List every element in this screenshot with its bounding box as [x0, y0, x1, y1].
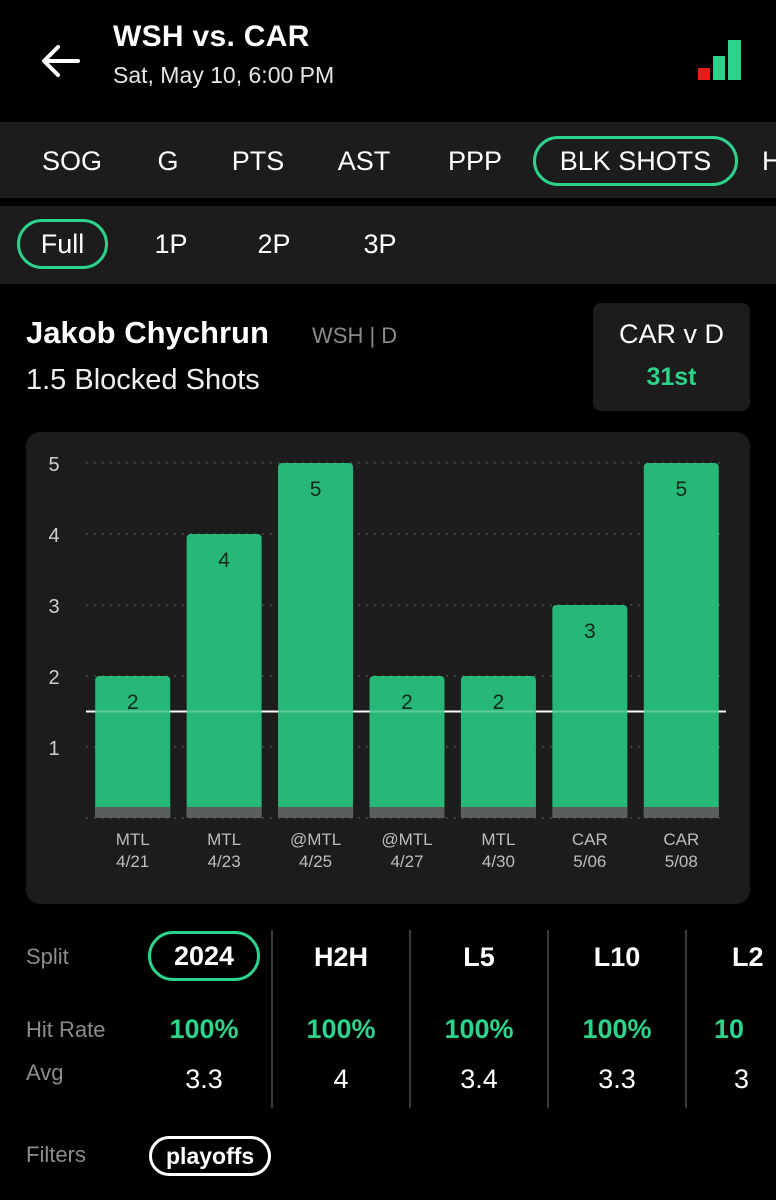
y-tick-label: 3 [48, 596, 59, 618]
avg-l2: 3 [734, 1064, 750, 1094]
bar-signal-icon[interactable] [696, 38, 744, 84]
x-tick-opponent: @MTL [290, 830, 341, 849]
bar [643, 463, 719, 818]
split-l10[interactable]: L10 [548, 942, 686, 973]
x-tick-opponent: CAR [572, 830, 608, 849]
tab-3p[interactable]: 3P [344, 219, 416, 269]
tab-1p[interactable]: 1P [136, 219, 206, 269]
bar-base [95, 807, 171, 818]
x-tick-opponent: MTL [116, 830, 150, 849]
tab-pts[interactable]: PTS [218, 136, 298, 186]
split-l5[interactable]: L5 [410, 942, 548, 973]
matchup-label: CAR v D [618, 319, 724, 349]
matchup-rank: 31st [646, 363, 697, 391]
x-tick-opponent: MTL [481, 830, 515, 849]
header [0, 0, 776, 122]
avg-2024: 3.3 [185, 1064, 223, 1094]
tab-ast[interactable]: AST [318, 136, 410, 186]
bar-base [186, 807, 262, 818]
hit-rate-l2: 10 [714, 1014, 745, 1044]
avg-h2h: 4 [333, 1064, 349, 1094]
bar [278, 463, 354, 818]
hit-rate-l5: 100% [444, 1014, 514, 1044]
x-tick-date: 4/23 [208, 852, 241, 871]
hit-rate-l10: 100% [582, 1014, 652, 1044]
bar-value-label: 5 [675, 478, 687, 501]
tab-sog[interactable]: SOG [26, 136, 118, 186]
hit-rate-h2h: 100% [306, 1014, 376, 1044]
bar [186, 534, 262, 818]
x-tick-date: 4/25 [299, 852, 332, 871]
split-h2h[interactable]: H2H [272, 942, 410, 973]
matchup-card[interactable]: CAR v D 31st [593, 303, 750, 411]
player-team-position: WSH | D [312, 323, 398, 348]
tab-2p[interactable]: 2P [238, 219, 310, 269]
tab-g[interactable]: G [138, 136, 198, 186]
match-title: WSH vs. CAR [113, 20, 310, 53]
avg-l5: 3.4 [460, 1064, 498, 1094]
filter-chip-playoffs[interactable]: playoffs [149, 1136, 272, 1176]
avg-label: Avg [26, 1060, 64, 1085]
bar-base [643, 807, 719, 818]
x-tick-date: 4/30 [482, 852, 515, 871]
split-l2[interactable]: L2 [732, 942, 776, 973]
bar-value-label: 4 [218, 549, 230, 572]
bar-base [460, 807, 536, 818]
split-2024[interactable]: 2024 [148, 931, 260, 981]
player-name: Jakob Chychrun [26, 315, 269, 350]
x-tick-date: 5/06 [573, 852, 606, 871]
prop-line: 1.5 Blocked Shots [26, 364, 260, 396]
period-tabs: Full 1P 2P 3P [0, 206, 776, 284]
bar-base [369, 807, 445, 818]
tab-blk-shots[interactable]: BLK SHOTS [533, 136, 738, 186]
y-tick-label: 2 [48, 667, 59, 689]
x-tick-opponent: MTL [207, 830, 241, 849]
bar-value-label: 5 [310, 478, 322, 501]
x-tick-date: 4/27 [390, 852, 423, 871]
x-tick-opponent: CAR [663, 830, 699, 849]
bar-chart: 123452MTL4/214MTL4/235@MTL4/252@MTL4/272… [48, 454, 726, 871]
tab-full[interactable]: Full [17, 219, 108, 269]
hit-rate-2024: 100% [169, 1014, 239, 1044]
bar-base [278, 807, 354, 818]
split-label: Split [26, 944, 69, 969]
x-tick-date: 5/08 [665, 852, 698, 871]
y-tick-label: 4 [48, 525, 59, 547]
stat-tabs: SOG G PTS AST PPP BLK SHOTS H [0, 122, 776, 198]
hit-rate-label: Hit Rate [26, 1017, 106, 1042]
x-tick-date: 4/21 [116, 852, 149, 871]
y-tick-label: 1 [48, 738, 59, 760]
arrow-left-icon[interactable] [38, 38, 84, 84]
match-datetime: Sat, May 10, 6:00 PM [113, 62, 335, 88]
x-tick-opponent: @MTL [381, 830, 432, 849]
chart-card: 1 2 3 4 5 2 MTL 4/21 4 MTL 4/23 5 @MTL 4/25 2 @MTL 4/27 2… [26, 432, 750, 904]
y-tick-label: 5 [48, 454, 59, 476]
avg-l10: 3.3 [598, 1064, 636, 1094]
tab-h[interactable]: H [762, 136, 776, 186]
bar-value-label: 3 [584, 620, 596, 643]
filters-label: Filters [26, 1142, 86, 1167]
bar-base [552, 807, 628, 818]
tab-ppp[interactable]: PPP [430, 136, 520, 186]
